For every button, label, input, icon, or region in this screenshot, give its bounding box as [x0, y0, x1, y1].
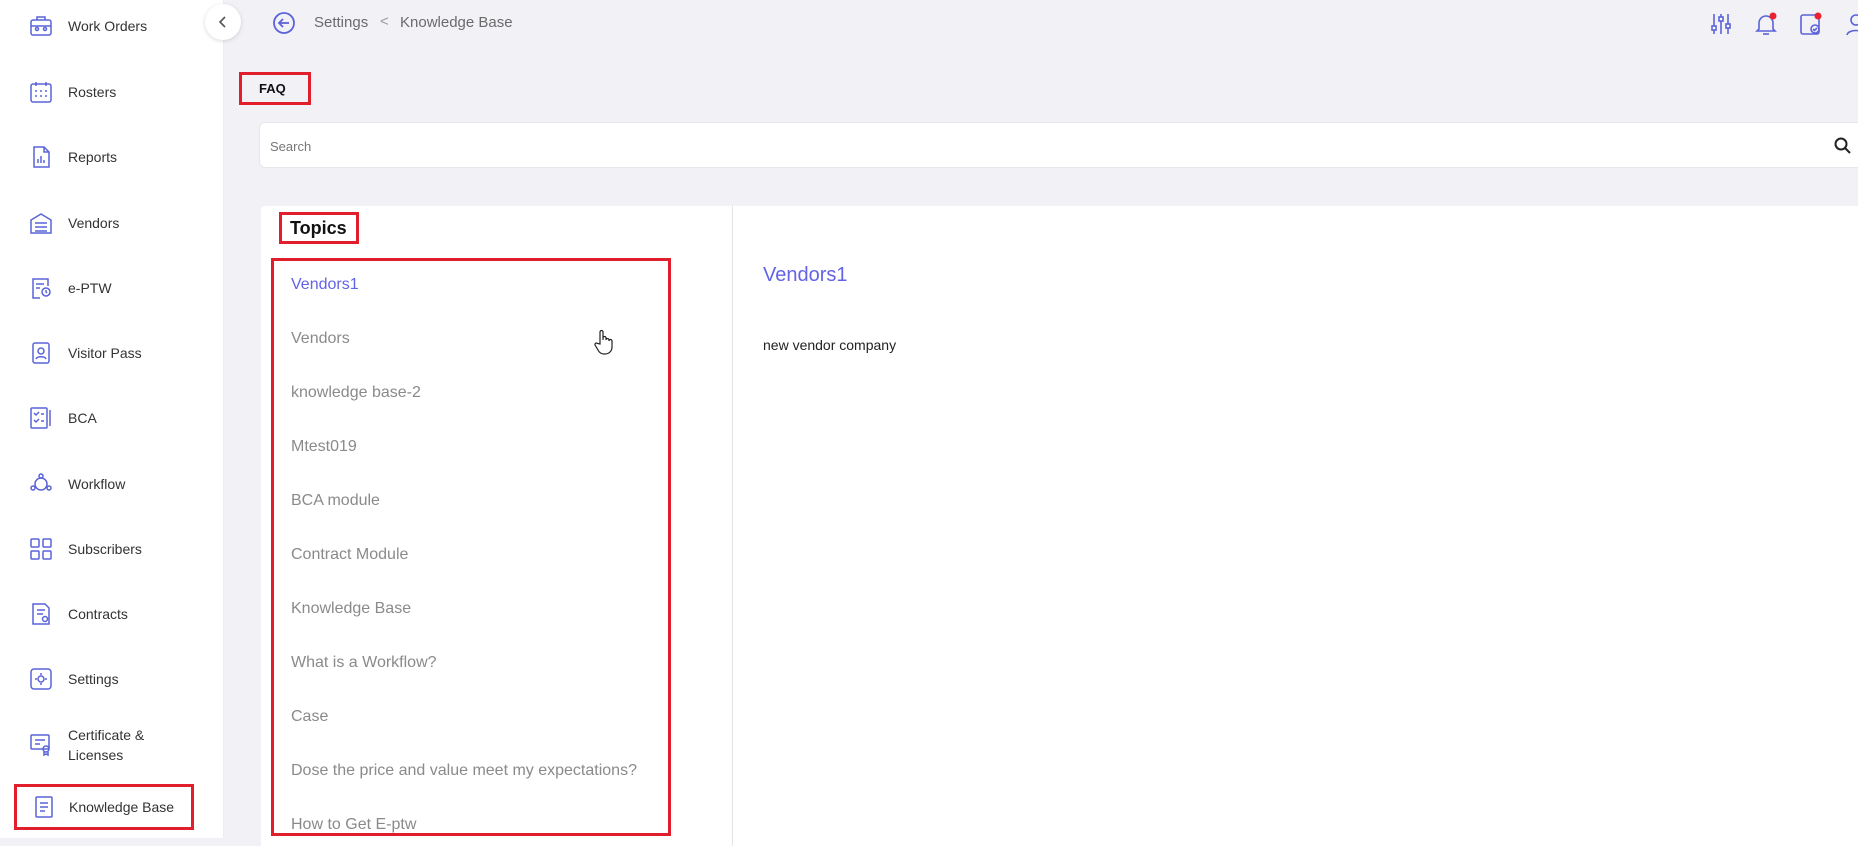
topic-item-vendors1[interactable]: Vendors1 [291, 276, 359, 294]
sidebar-item-knowledge-base[interactable]: Knowledge Base [14, 784, 194, 830]
sidebar-item-label: Subscribers [68, 541, 142, 557]
report-icon [28, 144, 54, 170]
sidebar-item-subscribers[interactable]: Subscribers [0, 523, 223, 575]
sidebar-item-label: e-PTW [68, 280, 112, 296]
faq-label-text: FAQ [259, 81, 286, 96]
topics-heading-box: Topics [279, 212, 359, 244]
sidebar-item-label: Contracts [68, 606, 128, 622]
top-bar: Settings < Knowledge Base [223, 0, 1858, 46]
badge-icon [28, 340, 54, 366]
chevron-left-icon [218, 16, 226, 28]
topic-item-mtest019[interactable]: Mtest019 [291, 438, 357, 456]
topic-detail-body: new vendor company [763, 337, 897, 353]
topics-heading: Topics [290, 217, 347, 238]
back-arrow-icon [273, 12, 295, 34]
sliders-icon [1711, 14, 1731, 34]
back-button[interactable] [271, 10, 297, 36]
permit-icon [28, 275, 54, 301]
breadcrumb-settings[interactable]: Settings [314, 14, 368, 31]
briefcase-icon [28, 13, 54, 39]
sidebar-item-contracts[interactable]: Contracts [0, 588, 223, 640]
sidebar-item-settings[interactable]: Settings [0, 653, 223, 705]
panel-divider [732, 206, 733, 846]
topic-item-knowledge-base[interactable]: Knowledge Base [291, 600, 411, 618]
sidebar-item-certificate-licenses[interactable]: Certificate & Licenses [0, 718, 223, 770]
sidebar-item-label-line2: Licenses [68, 747, 124, 763]
sidebar-item-label: Work Orders [68, 18, 148, 34]
collapse-sidebar-button[interactable] [205, 4, 241, 40]
user-icon [1846, 14, 1858, 36]
topic-item-how-to-get-e-ptw[interactable]: How to Get E-ptw [291, 816, 416, 834]
topic-item-bca-module[interactable]: BCA module [291, 492, 380, 510]
sidebar-item-work-orders[interactable]: Work Orders [0, 0, 223, 52]
search-icon [1834, 137, 1851, 154]
sidebar-item-workflow[interactable]: Workflow [0, 458, 223, 510]
settings-icon [28, 666, 54, 692]
sidebar-item-e-ptw[interactable]: e-PTW [0, 262, 223, 314]
sidebar-item-label: Certificate & [68, 727, 145, 743]
topic-detail-title: Vendors1 [763, 264, 848, 286]
sidebar-item-label: Knowledge Base [69, 799, 175, 815]
sidebar-item-label: BCA [68, 410, 97, 426]
topic-item-knowledge-base-2[interactable]: knowledge base-2 [291, 384, 421, 402]
knowledge-base-panel: Topics Vendors1 Vendors knowledge base-2… [261, 206, 1858, 846]
sidebar-item-reports[interactable]: Reports [0, 131, 223, 183]
hand-cursor-icon [594, 329, 613, 355]
topic-item-what-is-a-workflow[interactable]: What is a Workflow? [291, 654, 437, 672]
certificate-icon [28, 731, 54, 757]
bell-icon [1755, 12, 1777, 35]
sidebar-item-label: Vendors [68, 215, 120, 231]
filter-settings-button[interactable] [1707, 10, 1735, 38]
tasks-button[interactable] [1797, 10, 1825, 38]
grid-icon [28, 536, 54, 562]
calendar-icon [28, 79, 54, 105]
workflow-icon [28, 471, 54, 497]
warehouse-icon [28, 210, 54, 236]
knowledge-base-icon [31, 794, 57, 820]
sidebar-item-vendors[interactable]: Vendors [0, 197, 223, 249]
sidebar-item-label: Settings [68, 671, 119, 687]
faq-label: FAQ [239, 72, 311, 105]
search-input[interactable] [268, 131, 1772, 161]
contract-icon [28, 601, 54, 627]
sidebar-item-label: Visitor Pass [68, 345, 142, 361]
sidebar-item-rosters[interactable]: Rosters [0, 66, 223, 118]
sidebar-item-label: Rosters [68, 84, 117, 100]
task-check-icon [1800, 12, 1822, 35]
breadcrumb-current: Knowledge Base [400, 14, 513, 31]
topic-item-contract-module[interactable]: Contract Module [291, 546, 408, 564]
sidebar: Work Orders Rosters Reports Vendors e-PT… [0, 0, 224, 838]
sidebar-item-label: Reports [68, 149, 118, 165]
search-button[interactable] [1832, 135, 1854, 157]
breadcrumb-separator: < [380, 13, 389, 30]
topic-item-vendors[interactable]: Vendors [291, 330, 350, 348]
sidebar-item-label: Workflow [68, 476, 126, 492]
user-profile-button[interactable] [1842, 10, 1858, 38]
sidebar-item-bca[interactable]: BCA [0, 392, 223, 444]
checklist-icon [28, 405, 54, 431]
topic-item-price-value[interactable]: Dose the price and value meet my expecta… [291, 762, 637, 780]
notifications-button[interactable] [1752, 10, 1780, 38]
search-bar [259, 122, 1858, 168]
topic-item-case[interactable]: Case [291, 708, 328, 726]
sidebar-item-visitor-pass[interactable]: Visitor Pass [0, 327, 223, 379]
